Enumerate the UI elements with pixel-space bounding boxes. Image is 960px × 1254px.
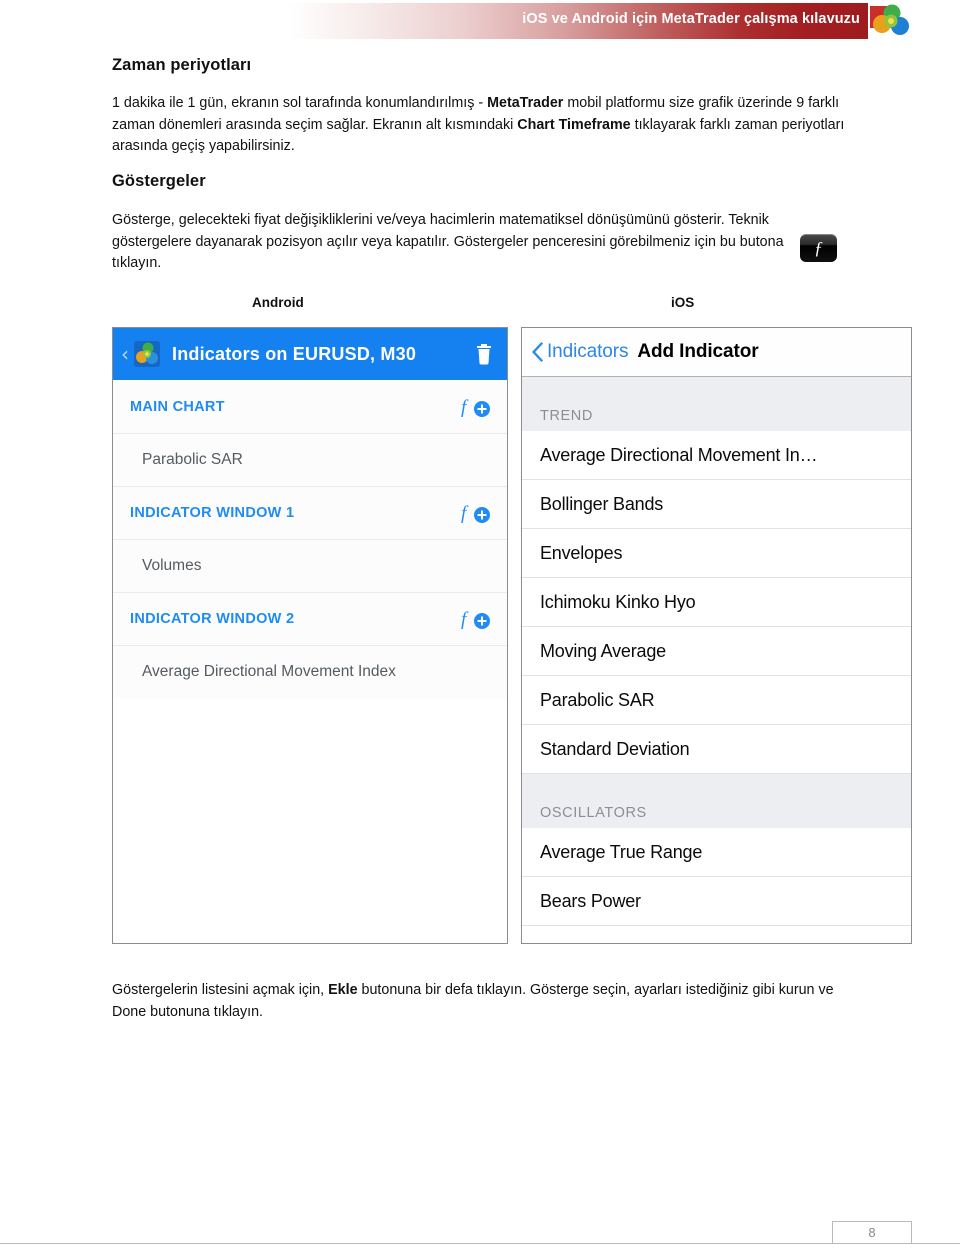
platform-label-android: Android xyxy=(252,295,304,310)
ios-list-item[interactable]: Average Directional Movement In… xyxy=(522,431,911,480)
ios-nav-bar: Indicators Add Indicator xyxy=(522,328,911,377)
ios-section-header: TREND xyxy=(522,377,911,431)
ios-section-header: OSCILLATORS xyxy=(522,774,911,828)
svg-text:f: f xyxy=(461,397,469,418)
footer-divider xyxy=(0,1243,960,1244)
ios-list-item[interactable]: Ichimoku Kinko Hyo xyxy=(522,578,911,627)
android-group-label: MAIN CHART xyxy=(130,398,225,415)
android-screenshot-panel: ‹ Indicators on EURUSD, M30 MAIN CHART f xyxy=(112,327,508,944)
android-indicator-list: MAIN CHART f Parabolic SAR INDICATOR WIN… xyxy=(113,380,507,698)
ios-nav-title: Add Indicator xyxy=(637,341,759,362)
paragraph-indicators: Gösterge, gelecekteki fiyat değişiklikle… xyxy=(112,212,784,271)
section-heading-indicators: Göstergeler xyxy=(112,172,206,190)
banner-title: iOS ve Android için MetaTrader çalışma k… xyxy=(522,11,860,27)
paragraph-timeframes: 1 dakika ile 1 gün, ekranın sol tarafınd… xyxy=(112,95,845,154)
fx-indicator-button-icon: ƒ xyxy=(800,234,837,262)
page-number: 8 xyxy=(868,1225,876,1240)
ios-list-item[interactable]: Envelopes xyxy=(522,529,911,578)
svg-text:f: f xyxy=(461,503,469,524)
ios-back-label[interactable]: Indicators xyxy=(547,341,628,363)
android-title: Indicators on EURUSD, M30 xyxy=(172,343,417,364)
android-group-header: MAIN CHART f xyxy=(113,380,507,433)
fx-add-icon[interactable]: f xyxy=(461,608,491,630)
android-list-item[interactable]: Average Directional Movement Index xyxy=(113,645,507,698)
android-group-label: INDICATOR WINDOW 2 xyxy=(130,611,295,627)
android-list-item[interactable]: Volumes xyxy=(113,539,507,592)
ios-list-item[interactable]: Parabolic SAR xyxy=(522,676,911,725)
android-list-item[interactable]: Parabolic SAR xyxy=(113,433,507,486)
fx-add-icon[interactable]: f xyxy=(461,502,491,524)
ios-list-item[interactable]: Average True Range xyxy=(522,828,911,877)
page-number-box: 8 xyxy=(832,1221,912,1243)
platform-label-ios: iOS xyxy=(671,295,695,310)
android-group-label: INDICATOR WINDOW 1 xyxy=(130,505,295,521)
android-app-bar: ‹ Indicators on EURUSD, M30 xyxy=(113,328,507,380)
svg-text:f: f xyxy=(461,609,469,630)
ios-list-item[interactable]: Bollinger Bands xyxy=(522,480,911,529)
chevron-left-icon[interactable] xyxy=(532,342,544,362)
android-group-header: INDICATOR WINDOW 2 f xyxy=(113,592,507,645)
ios-screenshot-panel: Indicators Add Indicator TREND Average D… xyxy=(521,327,912,944)
back-icon[interactable]: ‹ xyxy=(121,344,134,364)
ios-list-item[interactable]: Standard Deviation xyxy=(522,725,911,774)
metatrader-logo-icon xyxy=(870,4,909,35)
android-group-header: INDICATOR WINDOW 1 f xyxy=(113,486,507,539)
section-heading-timeframes: Zaman periyotları xyxy=(112,56,252,74)
page-banner: iOS ve Android için MetaTrader çalışma k… xyxy=(288,3,916,39)
metatrader-logo-icon xyxy=(134,341,160,367)
fx-glyph: ƒ xyxy=(814,238,823,258)
paragraph-bottom-instructions: Göstergelerin listesini açmak için, Ekle… xyxy=(112,982,834,1020)
fx-add-icon[interactable]: f xyxy=(461,396,491,418)
ios-list-item[interactable]: Bears Power xyxy=(522,877,911,926)
trash-icon[interactable] xyxy=(475,343,493,365)
ios-list-item[interactable]: Moving Average xyxy=(522,627,911,676)
